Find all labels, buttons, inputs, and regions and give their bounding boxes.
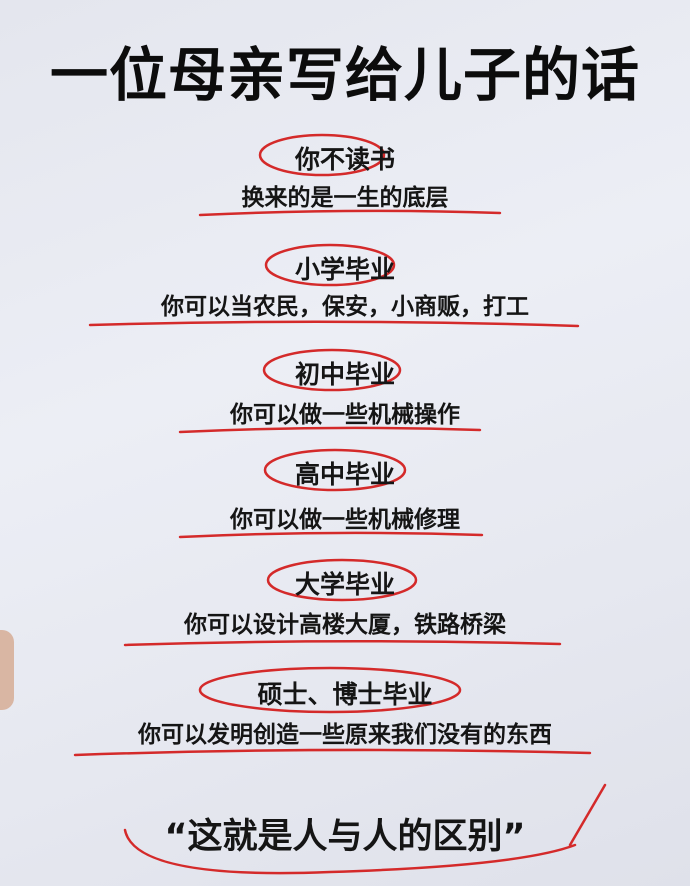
section-heading: 初中毕业	[294, 360, 395, 389]
section-heading: 高中毕业	[294, 460, 395, 489]
red-marker-annotations	[73, 133, 607, 875]
section-text: 你可以当农民，保安，小商贩，打工	[161, 294, 529, 320]
underline-mark	[88, 320, 580, 328]
section-text: 你可以做一些机械修理	[230, 507, 460, 533]
section-heading: 大学毕业	[294, 570, 395, 599]
section-heading: 硕士、博士毕业	[257, 680, 433, 709]
closing-quote: “这就是人与人的区别”	[164, 817, 526, 857]
underline-mark	[73, 748, 592, 757]
section-text: 你可以发明创造一些原来我们没有的东西	[138, 722, 552, 748]
underline-mark	[123, 639, 562, 647]
section-heading: 小学毕业	[294, 255, 395, 284]
section-text: 换来的是一生的底层	[241, 185, 449, 211]
section-text: 你可以设计高楼大厦，铁路桥梁	[184, 612, 506, 638]
section-text: 你可以做一些机械操作	[230, 402, 460, 428]
section-heading: 你不读书	[294, 145, 395, 174]
